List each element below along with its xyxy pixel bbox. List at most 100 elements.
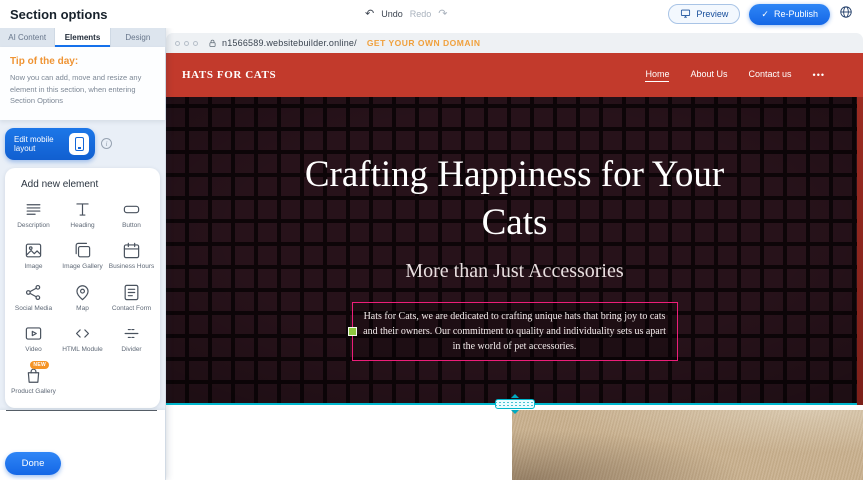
business-hours-icon [122, 241, 141, 260]
nav-item-contact[interactable]: Contact us [749, 69, 792, 81]
next-site-section[interactable] [166, 405, 863, 480]
description-icon [24, 200, 43, 219]
element-label: Video [25, 346, 42, 354]
browser-bar: n1566589.websitebuilder.online/ GET YOUR… [166, 33, 863, 53]
page-title: Section options [10, 7, 108, 22]
element-label: Contact Form [112, 305, 151, 313]
element-label: Business Hours [109, 263, 155, 271]
republish-button[interactable]: ✓ Re-Publish [749, 4, 830, 25]
element-label: Button [122, 222, 141, 230]
new-badge: NEW [30, 361, 49, 369]
selection-handle[interactable] [348, 327, 357, 336]
element-option-image[interactable]: Image [9, 241, 58, 271]
canvas-scrollbar[interactable] [857, 53, 863, 405]
tip-of-the-day: Tip of the day: Now you can add, move an… [0, 47, 165, 120]
site-url[interactable]: n1566589.websitebuilder.online/ [222, 38, 357, 48]
image-gallery-icon [73, 241, 92, 260]
monitor-icon [680, 8, 691, 21]
site-nav: Home About Us Contact us ••• [645, 69, 847, 82]
video-icon [24, 324, 43, 343]
edit-mobile-layout-button[interactable]: Edit mobile layout [5, 128, 95, 160]
element-option-divider[interactable]: Divider [107, 324, 156, 354]
lock-icon [208, 39, 217, 48]
resize-grip-icon [495, 399, 535, 409]
tab-design[interactable]: Design [111, 28, 165, 47]
phone-icon [69, 133, 89, 155]
element-label: Description [17, 222, 50, 230]
language-globe-icon[interactable] [839, 5, 853, 24]
browser-dot-icon [184, 41, 189, 46]
redo-icon[interactable]: ↷ [438, 9, 447, 20]
element-label: Map [76, 305, 89, 313]
editor-topbar: Section options ↶ Undo Redo ↷ Preview ✓ … [0, 0, 863, 28]
panel-divider [6, 410, 157, 411]
hero-paragraph: Hats for Cats, we are dedicated to craft… [363, 309, 667, 354]
hero-text-box[interactable]: Hats for Cats, we are dedicated to craft… [352, 302, 678, 361]
editor-main: AI Content Elements Design Tip of the da… [0, 28, 863, 480]
heading-icon [73, 200, 92, 219]
redo-button[interactable]: Redo [410, 9, 432, 19]
done-button[interactable]: Done [5, 452, 61, 475]
element-label: Social Media [15, 305, 52, 313]
nav-item-about[interactable]: About Us [690, 69, 727, 81]
element-option-video[interactable]: Video [9, 324, 58, 354]
tip-title: Tip of the day: [10, 56, 155, 67]
element-option-business-hours[interactable]: Business Hours [107, 241, 156, 271]
left-panel: AI Content Elements Design Tip of the da… [0, 28, 166, 480]
element-option-heading[interactable]: Heading [58, 200, 107, 230]
social-media-icon [24, 283, 43, 302]
edit-mobile-label: Edit mobile layout [14, 135, 61, 153]
check-icon: ✓ [761, 9, 769, 20]
nav-item-home[interactable]: Home [645, 69, 669, 82]
element-option-map[interactable]: Map [58, 283, 107, 313]
button-icon [122, 200, 141, 219]
republish-label: Re-Publish [774, 9, 818, 19]
element-grid: Description Heading Button Image [9, 200, 156, 396]
hero-section[interactable]: Crafting Happiness for Your Cats More th… [166, 97, 863, 403]
get-domain-link[interactable]: GET YOUR OWN DOMAIN [367, 38, 481, 48]
tip-body: Now you can add, move and resize any ele… [10, 72, 155, 107]
tab-ai-content[interactable]: AI Content [0, 28, 55, 47]
contact-form-icon [122, 283, 141, 302]
hero-heading[interactable]: Crafting Happiness for Your Cats [290, 151, 740, 247]
image-icon [24, 241, 43, 260]
element-option-button[interactable]: Button [107, 200, 156, 230]
panel-middle: Edit mobile layout i Add new element Des… [0, 120, 165, 410]
add-new-element-card: Add new element Description Heading [5, 168, 160, 408]
site-logo[interactable]: HATS FOR CATS [182, 69, 276, 81]
resize-up-arrow-icon [511, 394, 519, 398]
section-image[interactable] [512, 410, 863, 480]
hero-subheading[interactable]: More than Just Accessories [405, 260, 623, 283]
element-option-description[interactable]: Description [9, 200, 58, 230]
panel-bottom: Done [0, 410, 165, 480]
preview-button[interactable]: Preview [668, 4, 740, 24]
history-controls: ↶ Undo Redo ↷ [365, 9, 447, 20]
element-option-social-media[interactable]: Social Media [9, 283, 58, 313]
element-label: HTML Module [62, 346, 103, 354]
nav-more-icon[interactable]: ••• [813, 70, 825, 80]
element-label: Image Gallery [62, 263, 102, 271]
preview-label: Preview [696, 9, 728, 19]
edit-mobile-row: Edit mobile layout i [5, 128, 160, 160]
site-preview: HATS FOR CATS Home About Us Contact us •… [166, 53, 863, 480]
element-option-image-gallery[interactable]: Image Gallery [58, 241, 107, 271]
element-label: Product Gallery [11, 388, 56, 396]
element-label: Heading [70, 222, 94, 230]
topbar-actions: Preview ✓ Re-Publish [668, 4, 853, 25]
add-new-element-title: Add new element [9, 179, 156, 190]
panel-tabs: AI Content Elements Design [0, 28, 165, 47]
element-option-contact-form[interactable]: Contact Form [107, 283, 156, 313]
tab-elements[interactable]: Elements [55, 28, 110, 47]
divider-icon [122, 324, 141, 343]
section-resize-handle[interactable] [495, 394, 535, 414]
undo-icon[interactable]: ↶ [365, 9, 374, 20]
editor-screen: Section options ↶ Undo Redo ↷ Preview ✓ … [0, 0, 863, 480]
element-option-html-module[interactable]: HTML Module [58, 324, 107, 354]
html-module-icon [73, 324, 92, 343]
site-header[interactable]: HATS FOR CATS Home About Us Contact us •… [166, 53, 863, 97]
browser-dot-icon [175, 41, 180, 46]
undo-button[interactable]: Undo [381, 9, 403, 19]
element-option-product-gallery[interactable]: NEW Product Gallery [9, 366, 58, 396]
element-label: Image [24, 263, 42, 271]
info-icon[interactable]: i [101, 138, 112, 149]
